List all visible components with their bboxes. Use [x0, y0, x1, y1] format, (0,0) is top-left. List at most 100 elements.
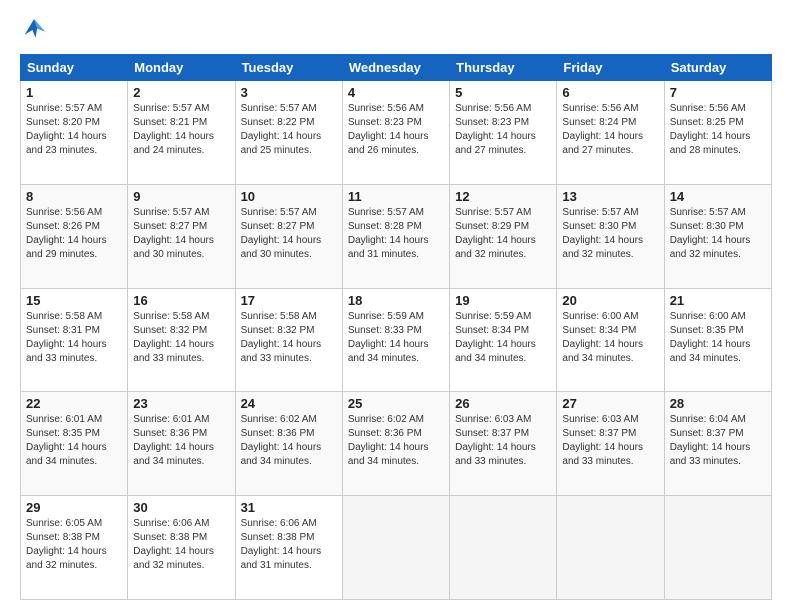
day-number: 29: [26, 500, 122, 515]
table-row: 31 Sunrise: 6:06 AM Sunset: 8:38 PM Dayl…: [235, 496, 342, 600]
day-info: Sunrise: 5:57 AM Sunset: 8:20 PM Dayligh…: [26, 102, 122, 158]
table-row: 4 Sunrise: 5:56 AM Sunset: 8:23 PM Dayli…: [342, 81, 449, 185]
table-row: 8 Sunrise: 5:56 AM Sunset: 8:26 PM Dayli…: [21, 184, 128, 288]
day-info: Sunrise: 6:01 AM Sunset: 8:36 PM Dayligh…: [133, 413, 229, 469]
day-info: Sunrise: 5:57 AM Sunset: 8:30 PM Dayligh…: [670, 206, 766, 262]
day-number: 8: [26, 189, 122, 204]
day-number: 20: [562, 293, 658, 308]
day-number: 10: [241, 189, 337, 204]
calendar-table: Sunday Monday Tuesday Wednesday Thursday…: [20, 54, 772, 600]
day-info: Sunrise: 5:56 AM Sunset: 8:26 PM Dayligh…: [26, 206, 122, 262]
table-row: 28 Sunrise: 6:04 AM Sunset: 8:37 PM Dayl…: [664, 392, 771, 496]
day-number: 21: [670, 293, 766, 308]
col-wednesday: Wednesday: [342, 55, 449, 81]
day-info: Sunrise: 6:02 AM Sunset: 8:36 PM Dayligh…: [241, 413, 337, 469]
day-number: 15: [26, 293, 122, 308]
day-info: Sunrise: 6:00 AM Sunset: 8:35 PM Dayligh…: [670, 310, 766, 366]
calendar-row: 15 Sunrise: 5:58 AM Sunset: 8:31 PM Dayl…: [21, 288, 772, 392]
day-info: Sunrise: 6:03 AM Sunset: 8:37 PM Dayligh…: [455, 413, 551, 469]
table-row: 27 Sunrise: 6:03 AM Sunset: 8:37 PM Dayl…: [557, 392, 664, 496]
col-saturday: Saturday: [664, 55, 771, 81]
day-number: 9: [133, 189, 229, 204]
day-number: 25: [348, 396, 444, 411]
col-monday: Monday: [128, 55, 235, 81]
day-number: 2: [133, 85, 229, 100]
day-info: Sunrise: 6:02 AM Sunset: 8:36 PM Dayligh…: [348, 413, 444, 469]
day-number: 28: [670, 396, 766, 411]
day-info: Sunrise: 5:57 AM Sunset: 8:27 PM Dayligh…: [133, 206, 229, 262]
day-number: 11: [348, 189, 444, 204]
table-row: 9 Sunrise: 5:57 AM Sunset: 8:27 PM Dayli…: [128, 184, 235, 288]
calendar-header-row: Sunday Monday Tuesday Wednesday Thursday…: [21, 55, 772, 81]
table-row: 1 Sunrise: 5:57 AM Sunset: 8:20 PM Dayli…: [21, 81, 128, 185]
calendar-row: 8 Sunrise: 5:56 AM Sunset: 8:26 PM Dayli…: [21, 184, 772, 288]
table-row: 17 Sunrise: 5:58 AM Sunset: 8:32 PM Dayl…: [235, 288, 342, 392]
table-row: 25 Sunrise: 6:02 AM Sunset: 8:36 PM Dayl…: [342, 392, 449, 496]
day-number: 7: [670, 85, 766, 100]
day-number: 23: [133, 396, 229, 411]
table-row: [664, 496, 771, 600]
day-info: Sunrise: 5:58 AM Sunset: 8:32 PM Dayligh…: [133, 310, 229, 366]
table-row: 5 Sunrise: 5:56 AM Sunset: 8:23 PM Dayli…: [450, 81, 557, 185]
day-number: 4: [348, 85, 444, 100]
day-info: Sunrise: 5:57 AM Sunset: 8:29 PM Dayligh…: [455, 206, 551, 262]
table-row: 12 Sunrise: 5:57 AM Sunset: 8:29 PM Dayl…: [450, 184, 557, 288]
header: [20, 16, 772, 44]
day-info: Sunrise: 6:06 AM Sunset: 8:38 PM Dayligh…: [241, 517, 337, 573]
table-row: 21 Sunrise: 6:00 AM Sunset: 8:35 PM Dayl…: [664, 288, 771, 392]
calendar-row: 1 Sunrise: 5:57 AM Sunset: 8:20 PM Dayli…: [21, 81, 772, 185]
table-row: 3 Sunrise: 5:57 AM Sunset: 8:22 PM Dayli…: [235, 81, 342, 185]
day-number: 22: [26, 396, 122, 411]
day-number: 31: [241, 500, 337, 515]
day-number: 18: [348, 293, 444, 308]
day-number: 13: [562, 189, 658, 204]
day-info: Sunrise: 5:58 AM Sunset: 8:32 PM Dayligh…: [241, 310, 337, 366]
day-number: 14: [670, 189, 766, 204]
day-info: Sunrise: 5:57 AM Sunset: 8:22 PM Dayligh…: [241, 102, 337, 158]
table-row: 18 Sunrise: 5:59 AM Sunset: 8:33 PM Dayl…: [342, 288, 449, 392]
table-row: 29 Sunrise: 6:05 AM Sunset: 8:38 PM Dayl…: [21, 496, 128, 600]
day-info: Sunrise: 6:03 AM Sunset: 8:37 PM Dayligh…: [562, 413, 658, 469]
day-info: Sunrise: 5:58 AM Sunset: 8:31 PM Dayligh…: [26, 310, 122, 366]
table-row: 13 Sunrise: 5:57 AM Sunset: 8:30 PM Dayl…: [557, 184, 664, 288]
page: Sunday Monday Tuesday Wednesday Thursday…: [0, 0, 792, 612]
table-row: 14 Sunrise: 5:57 AM Sunset: 8:30 PM Dayl…: [664, 184, 771, 288]
logo-icon: [20, 16, 48, 44]
day-number: 1: [26, 85, 122, 100]
col-sunday: Sunday: [21, 55, 128, 81]
table-row: 10 Sunrise: 5:57 AM Sunset: 8:27 PM Dayl…: [235, 184, 342, 288]
table-row: 7 Sunrise: 5:56 AM Sunset: 8:25 PM Dayli…: [664, 81, 771, 185]
day-info: Sunrise: 6:04 AM Sunset: 8:37 PM Dayligh…: [670, 413, 766, 469]
day-number: 5: [455, 85, 551, 100]
day-info: Sunrise: 5:59 AM Sunset: 8:33 PM Dayligh…: [348, 310, 444, 366]
day-number: 19: [455, 293, 551, 308]
day-number: 27: [562, 396, 658, 411]
table-row: 15 Sunrise: 5:58 AM Sunset: 8:31 PM Dayl…: [21, 288, 128, 392]
table-row: [342, 496, 449, 600]
logo: [20, 16, 52, 44]
day-number: 12: [455, 189, 551, 204]
day-info: Sunrise: 6:01 AM Sunset: 8:35 PM Dayligh…: [26, 413, 122, 469]
day-number: 26: [455, 396, 551, 411]
day-number: 6: [562, 85, 658, 100]
day-number: 24: [241, 396, 337, 411]
day-number: 30: [133, 500, 229, 515]
table-row: [450, 496, 557, 600]
day-info: Sunrise: 6:05 AM Sunset: 8:38 PM Dayligh…: [26, 517, 122, 573]
day-info: Sunrise: 5:56 AM Sunset: 8:23 PM Dayligh…: [348, 102, 444, 158]
table-row: 6 Sunrise: 5:56 AM Sunset: 8:24 PM Dayli…: [557, 81, 664, 185]
table-row: 2 Sunrise: 5:57 AM Sunset: 8:21 PM Dayli…: [128, 81, 235, 185]
day-info: Sunrise: 5:57 AM Sunset: 8:21 PM Dayligh…: [133, 102, 229, 158]
day-number: 3: [241, 85, 337, 100]
table-row: 30 Sunrise: 6:06 AM Sunset: 8:38 PM Dayl…: [128, 496, 235, 600]
col-tuesday: Tuesday: [235, 55, 342, 81]
day-info: Sunrise: 5:57 AM Sunset: 8:30 PM Dayligh…: [562, 206, 658, 262]
calendar-row: 22 Sunrise: 6:01 AM Sunset: 8:35 PM Dayl…: [21, 392, 772, 496]
col-friday: Friday: [557, 55, 664, 81]
day-info: Sunrise: 6:06 AM Sunset: 8:38 PM Dayligh…: [133, 517, 229, 573]
table-row: 22 Sunrise: 6:01 AM Sunset: 8:35 PM Dayl…: [21, 392, 128, 496]
table-row: 26 Sunrise: 6:03 AM Sunset: 8:37 PM Dayl…: [450, 392, 557, 496]
table-row: 24 Sunrise: 6:02 AM Sunset: 8:36 PM Dayl…: [235, 392, 342, 496]
day-info: Sunrise: 5:57 AM Sunset: 8:27 PM Dayligh…: [241, 206, 337, 262]
day-info: Sunrise: 5:56 AM Sunset: 8:24 PM Dayligh…: [562, 102, 658, 158]
